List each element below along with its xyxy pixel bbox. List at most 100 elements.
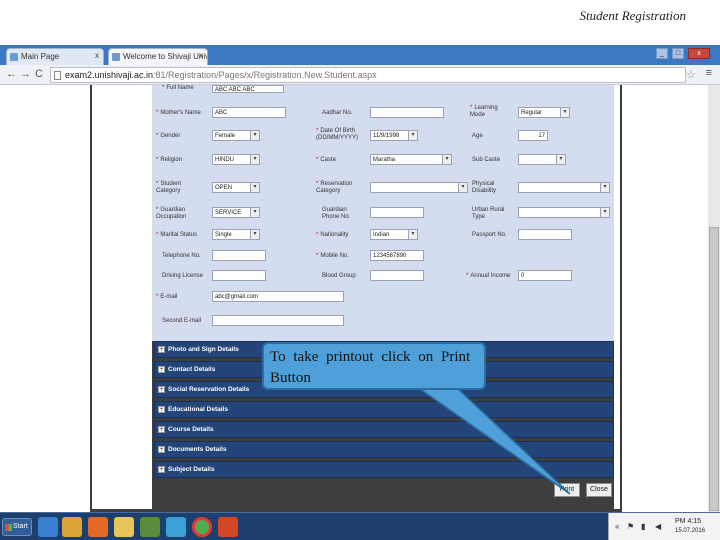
windows-taskbar: Start « ⚑ ▮ ◀ PM 4:15 15.07.2016 xyxy=(0,512,720,540)
section-educational[interactable]: + Educational Details xyxy=(154,401,614,418)
page-favicon-icon xyxy=(10,53,18,61)
full-name-label: * Full Name xyxy=(162,85,194,91)
start-button[interactable]: Start xyxy=(2,518,32,536)
guardian-occupation-select[interactable]: SERVICE ▾ xyxy=(212,207,260,218)
telephone-field[interactable] xyxy=(212,250,266,261)
tab-label: Main Page xyxy=(21,52,60,61)
passport-field[interactable] xyxy=(518,229,572,240)
chrome-icon[interactable] xyxy=(192,517,212,537)
frame-left-panel xyxy=(92,85,152,509)
expand-icon[interactable]: + xyxy=(158,426,165,433)
gender-label: * Gender xyxy=(156,133,181,139)
passport-label: Passport No. xyxy=(472,232,507,238)
tab-close-icon[interactable]: x xyxy=(199,51,203,60)
aadhar-field[interactable] xyxy=(370,107,444,118)
scrollbar-thumb[interactable] xyxy=(709,227,719,511)
reservation-category-select[interactable]: ▾ xyxy=(370,182,468,193)
powerpoint-icon[interactable] xyxy=(218,517,238,537)
expand-icon[interactable]: + xyxy=(158,466,165,473)
window-close-button[interactable]: x xyxy=(688,48,710,59)
print-button[interactable]: Print xyxy=(554,483,580,497)
guardian-phone-field[interactable] xyxy=(370,207,424,218)
tab-main-page[interactable]: Main Page x xyxy=(6,48,104,65)
mobile-label: * Mobile No. xyxy=(316,253,350,259)
student-category-select[interactable]: OPEN ▾ xyxy=(212,182,260,193)
religion-select[interactable]: HINDU ▾ xyxy=(212,154,260,165)
app-icon[interactable] xyxy=(140,517,160,537)
expand-icon[interactable]: + xyxy=(158,346,165,353)
dob-field[interactable]: 11/9/1998 ▾ xyxy=(370,130,418,141)
back-arrow-icon[interactable]: ← xyxy=(6,68,17,80)
flag-icon[interactable]: ⚑ xyxy=(627,522,634,531)
media-player-icon[interactable] xyxy=(62,517,82,537)
reload-icon[interactable]: C xyxy=(35,68,43,80)
vertical-scrollbar[interactable] xyxy=(708,85,720,512)
expand-icon[interactable]: + xyxy=(158,366,165,373)
urban-rural-select[interactable]: ▾ xyxy=(518,207,610,218)
maximize-button[interactable]: □ xyxy=(672,48,684,59)
section-subject[interactable]: + Subject Details xyxy=(154,461,614,478)
network-icon[interactable]: ▮ xyxy=(641,522,645,531)
marital-status-select[interactable]: Single ▾ xyxy=(212,229,260,240)
chevron-down-icon: ▾ xyxy=(560,108,569,117)
browser-toolbar: ← → C exam2.unishivaji.ac.in:81/Registra… xyxy=(0,65,720,85)
religion-label: * Religion xyxy=(156,157,183,163)
aadhar-label: Aadhar No. xyxy=(322,110,353,116)
internet-explorer-icon[interactable] xyxy=(38,517,58,537)
page-favicon-icon xyxy=(112,53,120,61)
age-field[interactable]: 17 xyxy=(518,130,548,141)
driving-license-field[interactable] xyxy=(212,270,266,281)
full-name-field[interactable]: ABC ABC ABC xyxy=(212,85,284,93)
tab-shivaji-university[interactable]: Welcome to Shivaji Univer x xyxy=(108,48,208,65)
mothers-name-label: * Mother's Name xyxy=(156,110,201,116)
web-page: * Full Name ABC ABC ABC * Mother's Name AB… xyxy=(0,85,720,512)
tab-label: Welcome to Shivaji Univer xyxy=(123,52,208,61)
firefox-icon[interactable] xyxy=(88,517,108,537)
caste-select[interactable]: Maratha ▾ xyxy=(370,154,452,165)
section-course[interactable]: + Course Details xyxy=(154,421,614,438)
file-explorer-icon[interactable] xyxy=(114,517,134,537)
mobile-field[interactable]: 1234567890 xyxy=(370,250,424,261)
reservation-category-label: * Reservation Category xyxy=(316,181,353,194)
chevron-down-icon: ▾ xyxy=(250,183,259,192)
blood-group-field[interactable] xyxy=(370,270,424,281)
volume-icon[interactable]: ◀ xyxy=(655,522,661,531)
windows-logo-icon xyxy=(5,524,12,531)
minimize-button[interactable]: _ xyxy=(656,48,668,59)
annual-income-field[interactable]: 0 xyxy=(518,270,572,281)
frame-right-panel xyxy=(614,85,620,509)
chevron-down-icon: ▾ xyxy=(600,208,609,217)
mothers-name-field[interactable]: ABC xyxy=(212,107,286,118)
gender-select[interactable]: Female ▾ xyxy=(212,130,260,141)
forward-arrow-icon[interactable]: → xyxy=(20,68,31,80)
section-documents[interactable]: + Documents Details xyxy=(154,441,614,458)
email-label: * E-mail xyxy=(156,294,178,300)
marital-status-label: * Marital Status xyxy=(156,232,198,238)
clock-time: PM 4:15 xyxy=(675,518,702,525)
sub-caste-select[interactable]: ▾ xyxy=(518,154,566,165)
tray-expand-icon[interactable]: « xyxy=(615,522,619,531)
physical-disability-label: Physical Disability xyxy=(472,181,497,194)
bookmark-star-icon[interactable]: ☆ xyxy=(686,68,696,81)
chevron-down-icon: ▾ xyxy=(250,155,259,164)
learning-mode-select[interactable]: Regular ▾ xyxy=(518,107,570,118)
expand-icon[interactable]: + xyxy=(158,406,165,413)
screen: Student Registration Main Page x Welcome… xyxy=(0,0,720,540)
tab-close-icon[interactable]: x xyxy=(95,51,99,60)
menu-icon[interactable]: ≡ xyxy=(706,67,712,79)
annual-income-label: * Annual Income xyxy=(466,273,511,279)
physical-disability-select[interactable]: ▾ xyxy=(518,182,610,193)
expand-icon[interactable]: + xyxy=(158,386,165,393)
expand-icon[interactable]: + xyxy=(158,446,165,453)
system-tray: « ⚑ ▮ ◀ PM 4:15 15.07.2016 xyxy=(608,513,720,540)
nationality-select[interactable]: Indian ▾ xyxy=(370,229,418,240)
chevron-down-icon: ▾ xyxy=(250,230,259,239)
chevron-down-icon: ▾ xyxy=(458,183,467,192)
email-field[interactable]: abc@gmail.com xyxy=(212,291,344,302)
second-email-field[interactable] xyxy=(212,315,344,326)
teamviewer-icon[interactable] xyxy=(166,517,186,537)
address-bar[interactable]: exam2.unishivaji.ac.in:81/Registration/P… xyxy=(50,67,686,83)
chevron-down-icon: ▾ xyxy=(556,155,565,164)
url-path: :81/Registration/Pages/x/Registration.Ne… xyxy=(153,70,377,80)
close-button[interactable]: Close xyxy=(586,483,612,497)
